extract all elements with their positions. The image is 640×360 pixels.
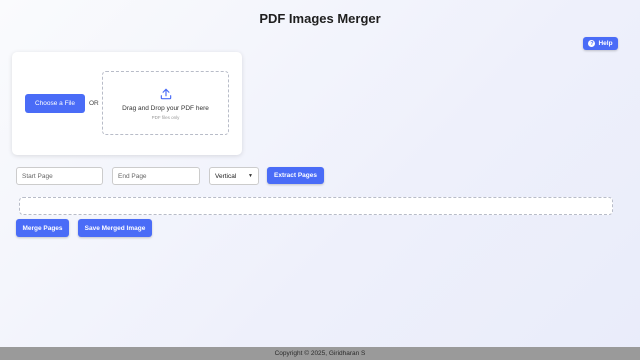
orientation-select[interactable]: Vertical ▼ — [209, 167, 259, 185]
orientation-value: Vertical — [215, 172, 237, 180]
page-title: PDF Images Merger — [259, 11, 381, 26]
copyright-text: Copyright © 2025, Giridharan S — [274, 350, 366, 357]
help-button[interactable]: ? Help — [583, 37, 618, 50]
footer: Copyright © 2025, Giridharan S — [0, 347, 640, 360]
chevron-down-icon: ▼ — [248, 173, 253, 179]
question-icon: ? — [588, 40, 596, 47]
extracted-pages-area — [19, 197, 613, 215]
end-page-input[interactable] — [112, 167, 200, 185]
help-label: Help — [598, 40, 613, 47]
extract-pages-button[interactable]: Extract Pages — [267, 167, 324, 184]
drop-zone-hint: PDF files only — [151, 114, 180, 120]
start-page-input[interactable] — [16, 167, 103, 185]
choose-file-button[interactable]: Choose a File — [25, 94, 85, 113]
drop-zone-text: Drag and Drop your PDF here — [122, 104, 209, 112]
upload-card: Choose a File OR Drag and Drop your PDF … — [12, 52, 242, 155]
merge-pages-button[interactable]: Merge Pages — [16, 219, 69, 237]
save-merged-image-button[interactable]: Save Merged Image — [78, 219, 152, 237]
or-label: OR — [89, 100, 99, 107]
upload-icon — [160, 88, 171, 99]
pdf-drop-zone[interactable]: Drag and Drop your PDF here PDF files on… — [102, 71, 229, 135]
